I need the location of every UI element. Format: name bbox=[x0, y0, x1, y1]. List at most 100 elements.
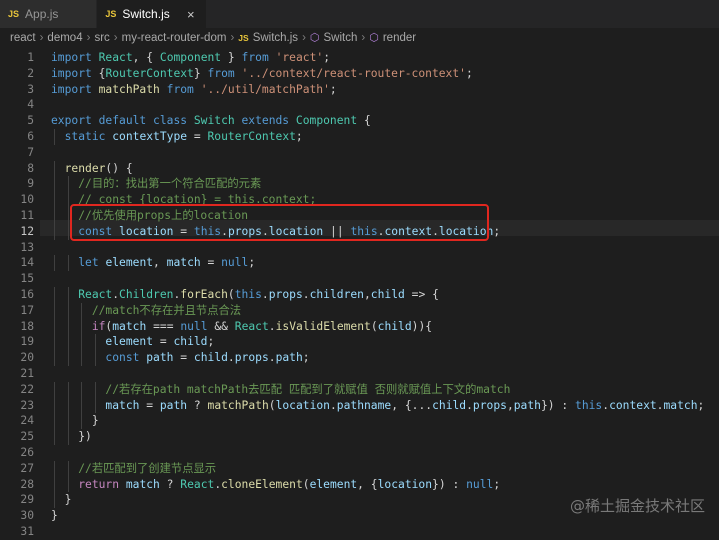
code-line[interactable]: 23 match = path ? matchPath(location.pat… bbox=[0, 397, 719, 414]
code-line[interactable]: 31 bbox=[0, 524, 719, 540]
breadcrumb: react › demo4 › src › my-react-router-do… bbox=[0, 28, 719, 47]
line-number: 12 bbox=[20, 224, 34, 238]
code-text: }) bbox=[78, 430, 92, 444]
javascript-file-icon: JS bbox=[105, 9, 117, 19]
code-line[interactable]: 27 //若匹配到了创建节点显示 bbox=[0, 460, 719, 477]
code-line[interactable]: 19 element = child; bbox=[0, 334, 719, 351]
line-number: 30 bbox=[20, 509, 34, 523]
line-number: 8 bbox=[27, 161, 34, 175]
code-line[interactable]: 4 bbox=[0, 97, 719, 113]
chevron-right-icon: › bbox=[86, 31, 91, 44]
code-text: } bbox=[64, 493, 72, 507]
code-line[interactable]: 14 let element, match = null; bbox=[0, 255, 719, 272]
breadcrumb-item-file[interactable]: Switch.js bbox=[253, 32, 298, 44]
code-line[interactable]: 22 //若存在path matchPath去匹配 匹配到了就赋值 否则就赋值上… bbox=[0, 381, 719, 398]
line-number: 26 bbox=[20, 446, 34, 459]
code-line[interactable]: 8 render() { bbox=[0, 160, 719, 177]
code-text: } bbox=[91, 414, 99, 428]
chevron-right-icon: › bbox=[230, 31, 235, 44]
chevron-right-icon: › bbox=[113, 31, 118, 44]
code-text: React.Children.forEach(this.props.childr… bbox=[78, 288, 439, 301]
breadcrumb-item-demo4[interactable]: demo4 bbox=[47, 32, 82, 44]
line-number: 31 bbox=[20, 525, 34, 538]
code-line[interactable]: 18 if(match === null && React.isValidEle… bbox=[0, 318, 719, 335]
line-number: 22 bbox=[20, 382, 34, 396]
line-number: 5 bbox=[27, 114, 34, 128]
line-number: 14 bbox=[20, 256, 34, 270]
code-text: import React, { Component } from 'react'… bbox=[51, 51, 330, 64]
code-text: import {RouterContext} from '../context/… bbox=[51, 66, 473, 80]
code-line[interactable]: 24 } bbox=[0, 413, 719, 430]
line-number: 15 bbox=[20, 272, 34, 286]
code-line[interactable]: 9 //目的：找出第一个符合匹配的元素 bbox=[0, 176, 719, 193]
line-number: 1 bbox=[27, 51, 34, 64]
breadcrumb-item-class[interactable]: Switch bbox=[324, 32, 358, 44]
line-number: 19 bbox=[20, 335, 34, 349]
code-line[interactable]: 28 return match ? React.cloneElement(ele… bbox=[0, 476, 719, 493]
code-line[interactable]: 5 export default class Switch extends Com… bbox=[0, 113, 719, 129]
chevron-right-icon: › bbox=[302, 31, 306, 44]
line-number: 13 bbox=[20, 240, 34, 254]
code-line[interactable]: 2 import {RouterContext} from '../context… bbox=[0, 66, 719, 82]
line-number: 20 bbox=[20, 351, 34, 365]
line-number: 17 bbox=[20, 303, 34, 317]
code-text: static contextType = RouterContext; bbox=[64, 130, 303, 143]
code-line[interactable]: 6 static contextType = RouterContext; bbox=[0, 129, 719, 145]
line-number: 16 bbox=[20, 288, 34, 301]
class-symbol-icon: ⬡ bbox=[309, 32, 320, 44]
code-text: render() { bbox=[64, 161, 133, 175]
line-number: 28 bbox=[20, 477, 34, 491]
line-number: 9 bbox=[27, 177, 34, 191]
code-text: } bbox=[51, 509, 58, 523]
tab-label: App.js bbox=[25, 7, 59, 21]
breadcrumb-item-src[interactable]: src bbox=[94, 32, 109, 44]
watermark: @稀土掘金技术社区 bbox=[569, 497, 705, 515]
code-text: if(match === null && React.isValidElemen… bbox=[91, 319, 433, 333]
annotation-highlight-box bbox=[70, 204, 489, 241]
tab-label: Switch.js bbox=[122, 7, 170, 21]
code-text: element = child; bbox=[105, 335, 215, 349]
javascript-file-icon: JS bbox=[238, 32, 249, 43]
code-line[interactable]: 26 bbox=[0, 445, 719, 461]
javascript-file-icon: JS bbox=[8, 9, 20, 19]
code-line[interactable]: 25 }) bbox=[0, 429, 719, 445]
line-number: 24 bbox=[20, 414, 34, 428]
line-number: 10 bbox=[20, 193, 34, 207]
breadcrumb-item-react[interactable]: react bbox=[10, 32, 36, 44]
line-number: 23 bbox=[20, 398, 34, 412]
line-number: 11 bbox=[20, 209, 34, 222]
method-symbol-icon: ⬡ bbox=[369, 32, 379, 44]
code-line[interactable]: 16 React.Children.forEach(this.props.chi… bbox=[0, 287, 719, 303]
line-number: 4 bbox=[27, 98, 34, 112]
line-number: 3 bbox=[27, 82, 34, 96]
code-text: //若存在path matchPath去匹配 匹配到了就赋值 否则就赋值上下文的… bbox=[105, 382, 511, 396]
line-number: 21 bbox=[20, 367, 34, 380]
code-line[interactable]: 21 bbox=[0, 366, 719, 382]
code-line[interactable]: 17 //match不存在并且节点合法 bbox=[0, 302, 719, 319]
breadcrumb-item-method[interactable]: render bbox=[383, 32, 416, 44]
tab-app-js[interactable]: JS App.js × bbox=[0, 0, 98, 28]
line-number: 6 bbox=[27, 130, 34, 143]
line-number: 27 bbox=[20, 461, 34, 475]
code-text: export default class Switch extends Comp… bbox=[51, 114, 371, 128]
code-text: //若匹配到了创建节点显示 bbox=[78, 461, 217, 475]
chevron-right-icon: › bbox=[361, 31, 366, 44]
code-line[interactable]: 15 bbox=[0, 271, 719, 287]
code-text: import matchPath from '../util/matchPath… bbox=[51, 82, 337, 96]
code-text: const path = child.props.path; bbox=[105, 351, 310, 365]
code-line[interactable]: 3 import matchPath from '../util/matchPat… bbox=[0, 82, 719, 98]
code-editor[interactable]: 1 import React, { Component } from 'react… bbox=[0, 47, 719, 538]
chevron-right-icon: › bbox=[39, 31, 44, 44]
code-text: //match不存在并且节点合法 bbox=[91, 303, 242, 317]
line-number: 2 bbox=[27, 66, 34, 80]
breadcrumb-item-my-react-router-dom[interactable]: my-react-router-dom bbox=[122, 32, 227, 44]
code-text: return match ? React.cloneElement(elemen… bbox=[78, 477, 501, 491]
code-line[interactable]: 7 bbox=[0, 145, 719, 161]
line-number: 29 bbox=[20, 493, 34, 507]
line-number: 7 bbox=[27, 145, 34, 159]
close-icon[interactable]: × bbox=[184, 7, 198, 22]
tab-switch-js[interactable]: JS Switch.js × bbox=[97, 0, 207, 28]
code-line[interactable]: 13 bbox=[0, 240, 719, 256]
code-line[interactable]: 20 const path = child.props.path; bbox=[0, 350, 719, 366]
code-line[interactable]: 1 import React, { Component } from 'react… bbox=[0, 50, 719, 66]
